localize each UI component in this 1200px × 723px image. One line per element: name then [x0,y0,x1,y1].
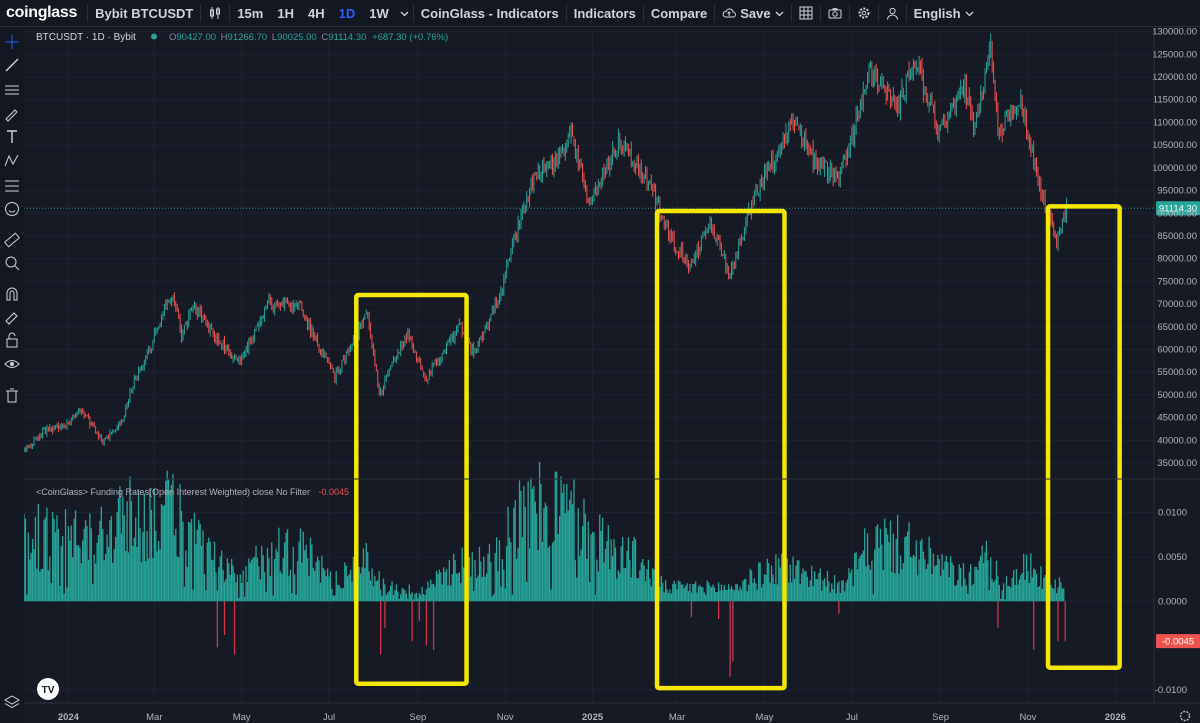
lock-icon[interactable] [2,330,22,350]
settings-button[interactable] [850,0,878,26]
pattern-icon[interactable] [2,151,22,171]
interval-1d[interactable]: 1D [332,0,363,26]
time-tick-label: Mar [669,712,685,723]
indicator-title: <CoinGlass> Funding Rates(Open Interest … [36,487,310,497]
price-tick-label: 60000.00 [1157,345,1197,356]
price-tick-label: 40000.00 [1157,435,1197,446]
ohlc-values: O90427.00 H91266.70 L90025.00 C91114.30 … [169,32,448,43]
brush-icon[interactable] [2,104,22,124]
interval-1w[interactable]: 1W [362,0,396,26]
top-toolbar: coinglass Bybit BTCUSDT 15m 1H 4H 1D 1W … [0,0,1200,27]
language-dropdown[interactable]: English [907,0,981,26]
layout-grid-button[interactable] [792,0,820,26]
price-tick-label: 125000.00 [1152,49,1197,60]
price-tick-label: 75000.00 [1157,276,1197,287]
interval-1h[interactable]: 1H [270,0,301,26]
time-tick-label: Jul [846,712,858,723]
funding-value-label: -0.0045 [1162,637,1194,648]
main-chart-title: BTCUSDT · 1D · Bybit [36,32,136,43]
funding-tick-label: -0.0100 [1155,685,1187,696]
indicators-button[interactable]: Indicators [567,0,643,26]
time-tick-label: Nov [497,712,514,723]
tradingview-logo-text: TV [42,685,55,696]
magnet-icon[interactable] [2,284,22,304]
price-tick-label: 35000.00 [1157,458,1197,469]
funding-tick-label: 0.0000 [1158,596,1187,607]
gear-icon [858,7,870,19]
crosshair-icon[interactable] [2,32,22,52]
live-status-icon [151,33,157,40]
grid-icon [799,6,813,20]
chart-type-button[interactable] [201,0,229,26]
fib-icon[interactable] [2,176,22,196]
price-tick-label: 105000.00 [1152,140,1197,151]
user-icon [886,7,898,20]
compare-button[interactable]: Compare [644,0,714,26]
price-tick-label: 45000.00 [1157,413,1197,424]
price-tick-label: 95000.00 [1157,186,1197,197]
price-tick-label: 55000.00 [1157,367,1197,378]
chart-area[interactable]: 91114.30 -0.0045 TV 130000.00 125000.00 1200… [24,27,1200,723]
time-tick-label: Sep [932,712,949,723]
trend-line-icon[interactable] [2,55,22,75]
price-tick-label: 130000.00 [1152,27,1197,38]
ohlc-close: 91114.30 [328,32,366,43]
time-tick-label: 2026 [1105,712,1126,723]
ohlc-open: 90427.00 [176,32,216,43]
interval-4h[interactable]: 4H [301,0,332,26]
symbol-button[interactable]: Bybit BTCUSDT [88,0,200,26]
interval-15m[interactable]: 15m [230,0,270,26]
chevron-down-icon[interactable] [396,0,413,26]
time-tick-label: 2024 [58,712,80,723]
cloud-upload-icon [722,8,737,18]
price-tick-label: 120000.00 [1152,72,1197,83]
ohlc-high: 91266.70 [228,32,268,43]
price-tick-label: 100000.00 [1152,163,1197,174]
indicator-legend: <CoinGlass> Funding Rates(Open Interest … [36,487,349,497]
time-tick-label: Sep [409,712,426,723]
time-tick-label: Mar [146,712,162,723]
price-tick-label: 90000.00 [1157,208,1197,219]
price-tick-label: 85000.00 [1157,231,1197,242]
horizontal-lines-icon[interactable] [2,80,22,100]
time-tick-label: Nov [1020,712,1037,723]
account-button[interactable] [879,0,906,26]
save-button[interactable]: Save [715,0,790,26]
zoom-icon[interactable] [2,253,22,273]
price-tick-label: 65000.00 [1157,322,1197,333]
lock-drawing-icon[interactable] [2,307,22,327]
price-tick-label: 115000.00 [1153,95,1197,106]
text-icon[interactable] [2,127,22,147]
coinglass-indicators-button[interactable]: CoinGlass - Indicators [414,0,566,26]
language-label: English [913,5,961,21]
funding-tick-label: 0.0100 [1158,508,1187,519]
camera-icon [828,8,842,19]
price-tick-label: 80000.00 [1157,254,1197,265]
price-tick-label: 50000.00 [1157,390,1197,401]
ohlc-open-label: O [169,32,176,43]
chevron-down-icon [775,11,784,16]
time-tick-label: Jul [323,712,335,723]
main-legend-title: BTCUSDT · 1D · Bybit [36,32,136,43]
ohlc-low: 90025.00 [277,32,317,43]
price-tick-label: 110000.00 [1153,117,1197,128]
time-tick-label: 2025 [582,712,604,723]
indicator-value: -0.0045 [318,487,349,497]
ruler-icon[interactable] [2,230,22,250]
trash-icon[interactable] [2,385,22,405]
funding-tick-label: 0.0050 [1158,552,1187,563]
save-label: Save [740,5,771,21]
candles-icon [210,7,221,19]
layers-icon[interactable] [2,692,22,712]
ohlc-change: +687.30 (+0.76%) [372,32,448,43]
emoji-icon[interactable] [2,199,22,219]
chevron-down-icon [965,11,973,16]
screenshot-button[interactable] [821,0,849,26]
coinglass-logo[interactable]: coinglass [0,4,87,22]
price-tick-label: 70000.00 [1157,299,1197,310]
drawing-toolbar [0,27,25,723]
time-tick-label: May [233,712,251,723]
eye-icon[interactable] [2,354,22,374]
time-tick-label: May [755,712,773,723]
